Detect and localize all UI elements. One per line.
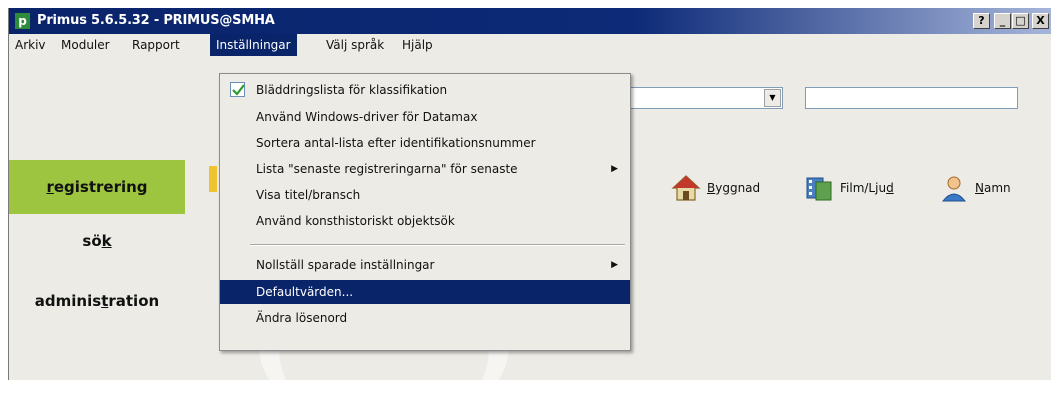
window-title: Primus 5.6.5.32 - PRIMUS@SMHA bbox=[37, 13, 275, 28]
maximize-button[interactable]: □ bbox=[1012, 13, 1029, 29]
menu-item-senaste[interactable]: Lista "senaste registreringarna" för sen… bbox=[220, 157, 630, 181]
menu-valj-sprak[interactable]: Välj språk bbox=[320, 34, 390, 56]
film-icon bbox=[804, 173, 834, 203]
nav-administration[interactable]: administration bbox=[9, 286, 185, 316]
menu-hjalp[interactable]: Hjälp bbox=[396, 34, 439, 56]
installningar-dropdown: Bläddringslista för klassifikation Använ… bbox=[219, 73, 631, 351]
submenu-arrow-icon: ▶ bbox=[611, 164, 618, 174]
menu-item-bladdringslista[interactable]: Bläddringslista för klassifikation bbox=[220, 78, 630, 102]
menu-item-windows-driver[interactable]: Använd Windows-driver för Datamax bbox=[220, 105, 630, 129]
category-film-ljud[interactable]: Film/Lju d bbox=[804, 168, 894, 208]
menu-item-konsthistoriskt[interactable]: Använd konsthistoriskt objektsök bbox=[220, 209, 630, 233]
menu-moduler[interactable]: Moduler bbox=[55, 34, 116, 56]
app-window: p Primus 5.6.5.32 - PRIMUS@SMHA ? _ □ X … bbox=[8, 8, 1051, 406]
mnemonic: r bbox=[46, 178, 54, 196]
menu-item-andra-losenord[interactable]: Ändra lösenord bbox=[220, 306, 630, 330]
minimize-button[interactable]: _ bbox=[994, 13, 1011, 29]
nav-sok[interactable]: sök bbox=[9, 226, 185, 256]
menu-installningar[interactable]: Inställningar bbox=[210, 34, 297, 56]
folder-tab bbox=[209, 166, 217, 192]
menu-item-sortera[interactable]: Sortera antal-lista efter identifikation… bbox=[220, 131, 630, 155]
close-button[interactable]: X bbox=[1032, 13, 1049, 29]
menu-item-nollstall[interactable]: Nollställ sparade inställningar ▶ bbox=[220, 253, 630, 277]
help-button[interactable]: ? bbox=[973, 13, 990, 29]
category-byggnad[interactable]: Byggnad bbox=[671, 168, 760, 208]
title-bar[interactable]: p Primus 5.6.5.32 - PRIMUS@SMHA ? _ □ X bbox=[9, 8, 1051, 34]
house-icon bbox=[671, 173, 701, 203]
category-namn[interactable]: Namn bbox=[939, 168, 1011, 208]
search-input[interactable] bbox=[805, 87, 1018, 109]
primus-logo-icon: p bbox=[15, 13, 30, 29]
menu-rapport[interactable]: Rapport bbox=[126, 34, 186, 56]
mnemonic: k bbox=[101, 232, 112, 250]
menu-arkiv[interactable]: Arkiv bbox=[9, 34, 52, 56]
checkmark-icon bbox=[230, 82, 245, 97]
submenu-arrow-icon: ▶ bbox=[611, 260, 618, 270]
menu-separator bbox=[250, 244, 625, 246]
menu-item-defaultvarden[interactable]: Defaultvärden... bbox=[220, 280, 630, 304]
menu-item-visa-titel[interactable]: Visa titel/bransch bbox=[220, 183, 630, 207]
chevron-down-icon[interactable]: ▼ bbox=[764, 89, 781, 107]
menu-bar: Arkiv Moduler Rapport Inställningar Välj… bbox=[9, 34, 1051, 56]
nav-registrering[interactable]: registrering bbox=[9, 160, 185, 214]
person-icon bbox=[939, 173, 969, 203]
